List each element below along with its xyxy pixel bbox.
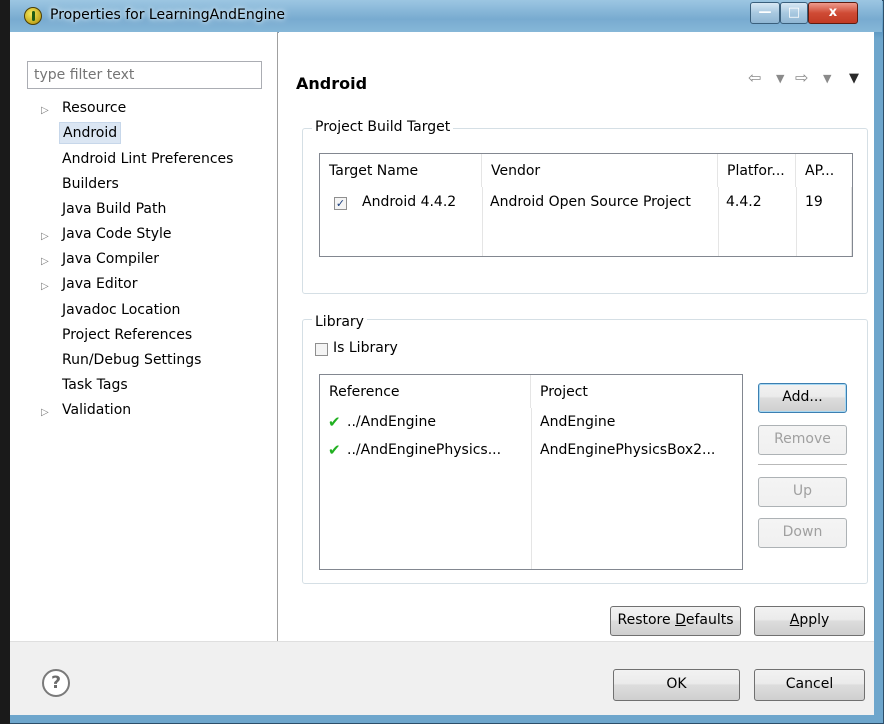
tree-item-builders[interactable]: Builders <box>62 176 119 192</box>
tree-item-android[interactable]: Android <box>59 122 122 144</box>
minimize-button[interactable]: — <box>750 2 780 24</box>
check-icon: ✔ <box>328 413 341 431</box>
check-icon: ✔ <box>328 441 341 459</box>
restore-defaults-label: Restore <box>617 612 676 628</box>
tree-item-javadoc-location[interactable]: Javadoc Location <box>62 302 180 318</box>
project-cell: AndEngine <box>540 414 616 430</box>
ok-button[interactable]: OK <box>613 669 740 701</box>
library-group-label: Library <box>312 314 367 330</box>
reference-cell: ../AndEngine <box>347 414 436 430</box>
add-library-button[interactable]: Add... <box>758 383 847 413</box>
tree-item-run-debug-settings[interactable]: Run/Debug Settings <box>62 352 201 368</box>
view-menu-icon[interactable]: ▼ <box>849 71 859 86</box>
tree-item-java-editor[interactable]: Java Editor <box>62 276 137 292</box>
reference-cell: ../AndEnginePhysics... <box>347 442 502 458</box>
column-header[interactable]: Reference <box>320 375 531 408</box>
column-header[interactable]: Vendor <box>482 154 718 187</box>
dialog-button-bar <box>10 641 874 715</box>
target-checkbox[interactable]: ✓ <box>334 197 347 210</box>
column-header[interactable]: AP... <box>796 154 852 187</box>
restore-defaults-label-end: efaults <box>685 612 734 628</box>
apply-button[interactable]: Apply <box>754 606 865 636</box>
vendor-cell: Android Open Source Project <box>490 194 691 210</box>
tree-item-task-tags[interactable]: Task Tags <box>62 377 128 393</box>
platform-cell: 4.4.2 <box>726 194 762 210</box>
target-name-cell: Android 4.4.2 <box>362 194 457 210</box>
tree-item-java-code-style[interactable]: Java Code Style <box>62 226 171 242</box>
forward-menu-chevron-icon[interactable]: ▼ <box>823 72 831 85</box>
column-header[interactable]: Target Name <box>320 154 482 187</box>
button-separator <box>758 464 847 465</box>
expand-arrow-icon[interactable]: ▷ <box>41 407 49 418</box>
apply-mnemonic: A <box>789 612 800 628</box>
maximize-button[interactable]: □ <box>780 2 808 24</box>
cancel-button[interactable]: Cancel <box>754 669 865 701</box>
close-button[interactable]: x <box>808 2 858 24</box>
tree-item-resource[interactable]: Resource <box>62 100 126 116</box>
api-cell: 19 <box>805 194 823 210</box>
move-down-button[interactable]: Down <box>758 518 847 548</box>
tree-item-project-references[interactable]: Project References <box>62 327 192 343</box>
tree-item-validation[interactable]: Validation <box>62 402 131 418</box>
apply-label: pply <box>799 612 830 628</box>
restore-defaults-mnemonic: D <box>675 612 686 628</box>
remove-library-button[interactable]: Remove <box>758 425 847 455</box>
back-arrow-icon[interactable]: ⇦ <box>748 68 761 87</box>
is-library-label[interactable]: Is Library <box>333 340 398 356</box>
forward-arrow-icon[interactable]: ⇨ <box>795 68 808 87</box>
move-up-button[interactable]: Up <box>758 477 847 507</box>
build-target-table[interactable]: Target Name Vendor Platfor... AP... ✓ An… <box>319 153 853 257</box>
library-reference-table[interactable]: Reference Project ✔ ../AndEngine AndEngi… <box>319 374 743 570</box>
build-target-group-label: Project Build Target <box>312 119 454 135</box>
tree-item-java-build-path[interactable]: Java Build Path <box>62 201 166 217</box>
expand-arrow-icon[interactable]: ▷ <box>41 281 49 292</box>
tree-item-java-compiler[interactable]: Java Compiler <box>62 251 159 267</box>
restore-defaults-button[interactable]: Restore Defaults <box>610 606 741 636</box>
window-title: Properties for LearningAndEngine <box>50 7 285 23</box>
help-icon[interactable]: ? <box>42 669 70 697</box>
column-header[interactable]: Project <box>531 375 742 408</box>
window-edge <box>0 0 10 724</box>
column-header[interactable]: Platfor... <box>718 154 796 187</box>
project-cell: AndEnginePhysicsBox2... <box>540 442 716 458</box>
expand-arrow-icon[interactable]: ▷ <box>41 231 49 242</box>
page-title: Android <box>296 74 368 93</box>
app-icon <box>24 7 42 25</box>
back-menu-chevron-icon[interactable]: ▼ <box>776 72 784 85</box>
expand-arrow-icon[interactable]: ▷ <box>41 105 49 116</box>
expand-arrow-icon[interactable]: ▷ <box>41 256 49 267</box>
filter-input[interactable] <box>27 61 262 89</box>
tree-item-android-lint[interactable]: Android Lint Preferences <box>62 151 233 167</box>
is-library-checkbox[interactable] <box>315 343 328 356</box>
title-bar[interactable]: Properties for LearningAndEngine — □ x <box>10 0 882 32</box>
